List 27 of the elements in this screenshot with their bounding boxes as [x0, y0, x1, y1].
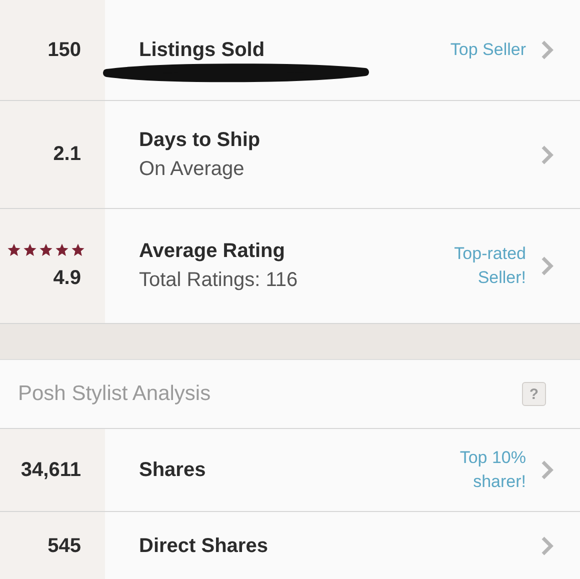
- section-title: Posh Stylist Analysis: [18, 382, 211, 406]
- star-icon: [55, 242, 69, 256]
- help-button[interactable]: ?: [522, 382, 546, 406]
- star-icon: [7, 242, 21, 256]
- highlight-label: Top 10% sharer!: [458, 447, 526, 493]
- star-icon: [71, 242, 85, 256]
- chevron-right-icon[interactable]: [540, 536, 554, 556]
- stat-subtitle: Total Ratings: 116: [139, 269, 299, 292]
- stat-title: Average Rating: [139, 240, 286, 263]
- stat-value: 4.9: [53, 266, 81, 290]
- chevron-right-icon[interactable]: [540, 256, 554, 276]
- stat-value: 545: [48, 534, 81, 558]
- stat-value: 34,611: [20, 458, 81, 482]
- chevron-right-icon[interactable]: [540, 460, 554, 480]
- chevron-right-icon[interactable]: [540, 40, 554, 60]
- stat-subtitle: On Average: [139, 158, 246, 180]
- star-icon: [39, 242, 53, 256]
- stat-value: 150: [48, 38, 81, 62]
- stat-title: Direct Shares: [139, 534, 269, 558]
- chevron-right-icon[interactable]: [540, 144, 554, 164]
- stat-title: Shares: [139, 458, 207, 482]
- star-icon: [23, 242, 37, 256]
- stat-title: Listings Sold: [139, 38, 266, 62]
- highlight-label: Top-rated Seller!: [453, 243, 526, 289]
- highlight-label: Top Seller: [449, 39, 526, 61]
- stat-value: 2.1: [53, 143, 81, 166]
- stat-title: Days to Ship: [139, 128, 262, 152]
